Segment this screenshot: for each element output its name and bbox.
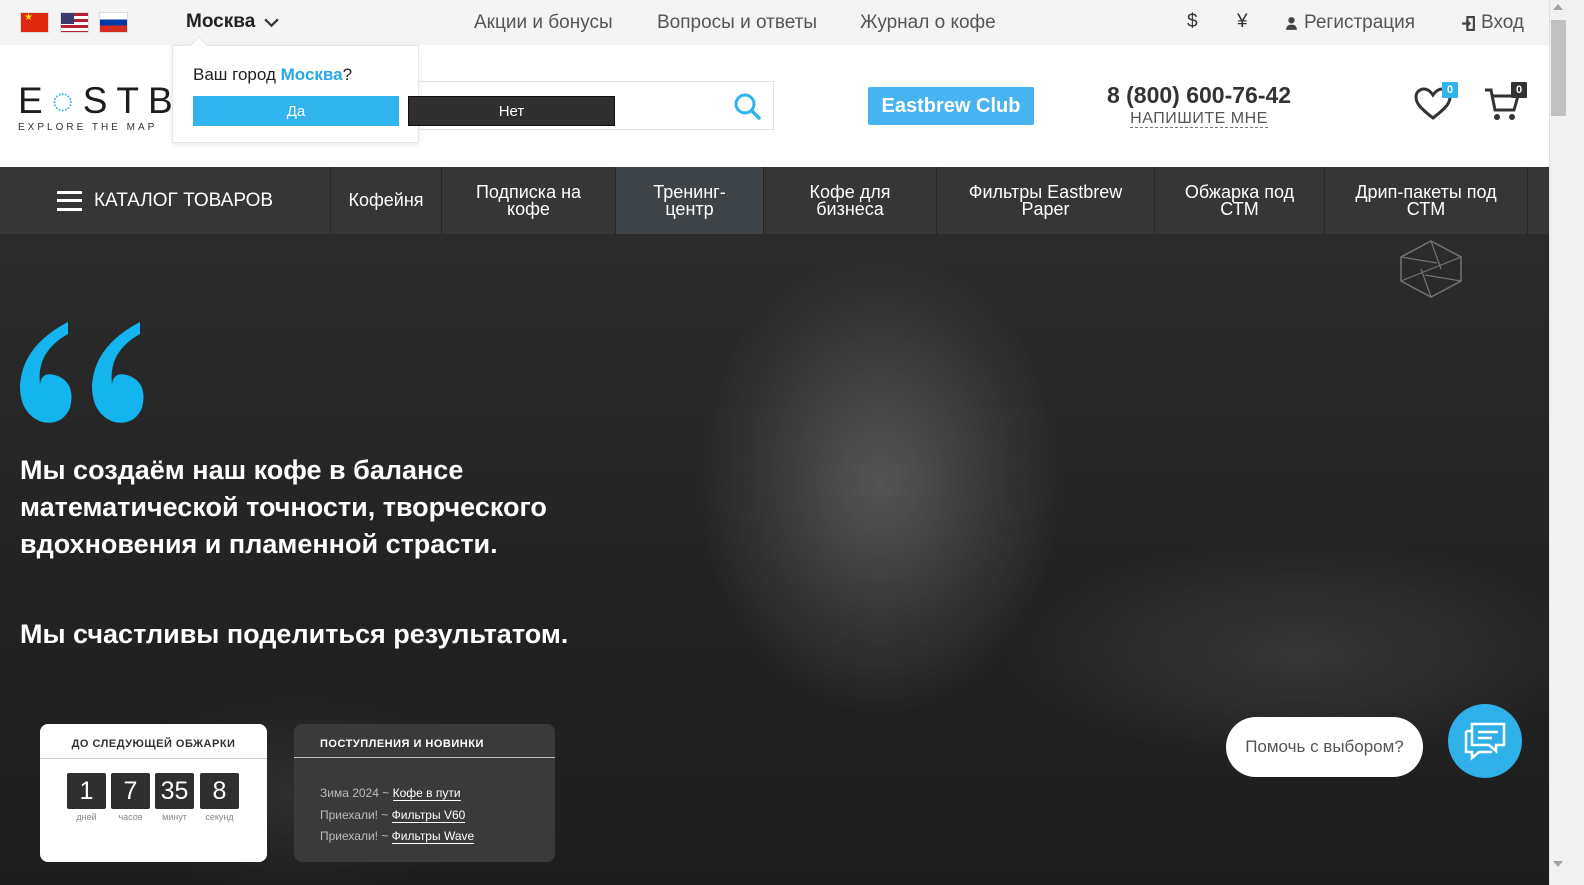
catalog-menu-button[interactable]: КАТАЛОГ ТОВАРОВ xyxy=(0,167,331,234)
login-link[interactable]: Вход xyxy=(1462,12,1524,34)
news-row-prefix: Зима 2024 ~ xyxy=(320,786,393,800)
divider xyxy=(294,757,555,758)
confirm-city-no-button[interactable]: Нет xyxy=(408,96,615,126)
news-link-v60-filters[interactable]: Фильтры V60 xyxy=(391,808,466,823)
logo-tagline: EXPLORE THE MAP xyxy=(18,122,158,133)
coffee-journal-link[interactable]: Журнал о кофе xyxy=(860,12,996,34)
hero-banner: Мы создаём наш кофе в балансе математиче… xyxy=(0,234,1549,885)
hero-quote-secondary: Мы счастливы поделиться результатом. xyxy=(20,619,569,649)
city-question-city: Москва xyxy=(280,65,343,84)
aperture-icon xyxy=(1400,240,1462,298)
chat-button[interactable] xyxy=(1448,704,1522,778)
city-question-suffix: ? xyxy=(342,65,353,84)
city-name: Москва xyxy=(186,11,256,32)
chevron-down-icon xyxy=(264,18,279,27)
nav-item-private-label-roast[interactable]: Обжарка под СТМ xyxy=(1155,167,1325,234)
divider xyxy=(40,758,267,759)
cart-button[interactable]: 0 xyxy=(1484,82,1527,127)
news-row: Приехали! ~ Фильтры Wave xyxy=(320,829,475,844)
russia-flag-icon[interactable] xyxy=(99,12,128,33)
usa-flag-icon[interactable] xyxy=(60,12,89,33)
write-me-link[interactable]: НАПИШИТЕ МНЕ xyxy=(1100,110,1298,128)
favorites-button[interactable]: 0 xyxy=(1414,82,1458,127)
countdown-seconds: 8 xyxy=(200,773,239,809)
countdown-hours: 7 xyxy=(111,773,150,809)
top-bar: Москва Акции и бонусы Вопросы и ответы Ж… xyxy=(0,0,1549,45)
page-scrollbar[interactable] xyxy=(1549,0,1584,885)
search-icon[interactable] xyxy=(733,92,761,120)
news-row-prefix: Приехали! ~ xyxy=(320,808,392,822)
confirm-city-yes-button[interactable]: Да xyxy=(193,96,399,126)
menu-icon xyxy=(56,190,82,211)
catalog-label: КАТАЛОГ ТОВАРОВ xyxy=(93,190,274,211)
scroll-down-arrow-icon[interactable] xyxy=(1553,861,1563,867)
nav-item-training-center[interactable]: Тренинг-центр xyxy=(616,167,764,234)
nav-item-coffee-shop[interactable]: Кофейня xyxy=(331,167,442,234)
news-row-prefix: Приехали! ~ xyxy=(320,829,392,843)
cart-count-badge: 0 xyxy=(1511,82,1527,98)
countdown-minutes-label: минут xyxy=(162,812,187,822)
user-icon xyxy=(1286,16,1297,30)
hero-quote: Мы создаём наш кофе в балансе математиче… xyxy=(20,455,547,559)
news-row: Зима 2024 ~ Кофе в пути xyxy=(320,786,461,801)
scroll-up-arrow-icon[interactable] xyxy=(1553,4,1563,10)
roast-countdown-title: ДО СЛЕДУЮЩЕЙ ОБЖАРКИ xyxy=(71,738,236,750)
register-label: Регистрация xyxy=(1304,12,1416,33)
quote-icon xyxy=(20,322,144,423)
register-link[interactable]: Регистрация xyxy=(1285,12,1415,34)
news-link-coffee-in-transit[interactable]: Кофе в пути xyxy=(392,786,461,801)
countdown-minutes: 35 xyxy=(155,773,194,809)
scrollbar-thumb[interactable] xyxy=(1551,20,1566,116)
arrivals-news-card: ПОСТУПЛЕНИЯ И НОВИНКИ Зима 2024 ~ Кофе в… xyxy=(294,724,555,862)
nav-item-drip-bags[interactable]: Дрип-пакеты под СТМ xyxy=(1325,167,1528,234)
city-confirm-popup: Ваш город Москва? Да Нет xyxy=(172,36,615,143)
logo[interactable]: E◌STB EXPLORE THE MAP xyxy=(18,80,182,133)
chat-icon xyxy=(1464,722,1506,761)
faq-link[interactable]: Вопросы и ответы xyxy=(657,12,817,34)
promotions-link[interactable]: Акции и бонусы xyxy=(474,12,613,34)
roast-countdown-card: ДО СЛЕДУЮЩЕЙ ОБЖАРКИ 1 7 35 8 дней часов… xyxy=(40,724,267,862)
countdown-days-label: дней xyxy=(76,812,97,822)
currency-cny[interactable]: ¥ xyxy=(1237,11,1248,33)
nav-item-subscription[interactable]: Подписка на кофе xyxy=(442,167,616,234)
countdown-days: 1 xyxy=(67,773,106,809)
phone-number[interactable]: 8 (800) 600-76-42 xyxy=(1100,82,1298,109)
login-icon xyxy=(1462,15,1475,31)
countdown-hours-label: часов xyxy=(118,812,143,822)
help-choose-bubble[interactable]: Помочь с выбором? xyxy=(1226,717,1423,777)
city-question: Ваш город Москва? xyxy=(193,65,352,85)
china-flag-icon[interactable] xyxy=(20,12,49,33)
eastbrew-club-button[interactable]: Eastbrew Club xyxy=(868,87,1034,125)
nav-item-business-coffee[interactable]: Кофе для бизнеса xyxy=(764,167,937,234)
arrivals-news-title: ПОСТУПЛЕНИЯ И НОВИНКИ xyxy=(320,738,484,750)
city-selector[interactable]: Москва xyxy=(186,11,280,33)
favorites-count-badge: 0 xyxy=(1442,82,1458,98)
news-link-wave-filters[interactable]: Фильтры Wave xyxy=(391,829,475,844)
login-label: Вход xyxy=(1481,12,1524,33)
countdown-seconds-label: секунд xyxy=(205,812,234,822)
currency-usd[interactable]: $ xyxy=(1187,11,1198,33)
logo-wordmark: E◌STB xyxy=(18,80,182,121)
news-row: Приехали! ~ Фильтры V60 xyxy=(320,808,466,823)
city-question-prefix: Ваш город xyxy=(193,65,276,84)
write-me-label: НАПИШИТЕ МНЕ xyxy=(1130,110,1268,128)
nav-item-filters[interactable]: Фильтры Eastbrew Paper xyxy=(937,167,1155,234)
main-navigation: КАТАЛОГ ТОВАРОВ Кофейня Подписка на кофе… xyxy=(0,167,1549,234)
